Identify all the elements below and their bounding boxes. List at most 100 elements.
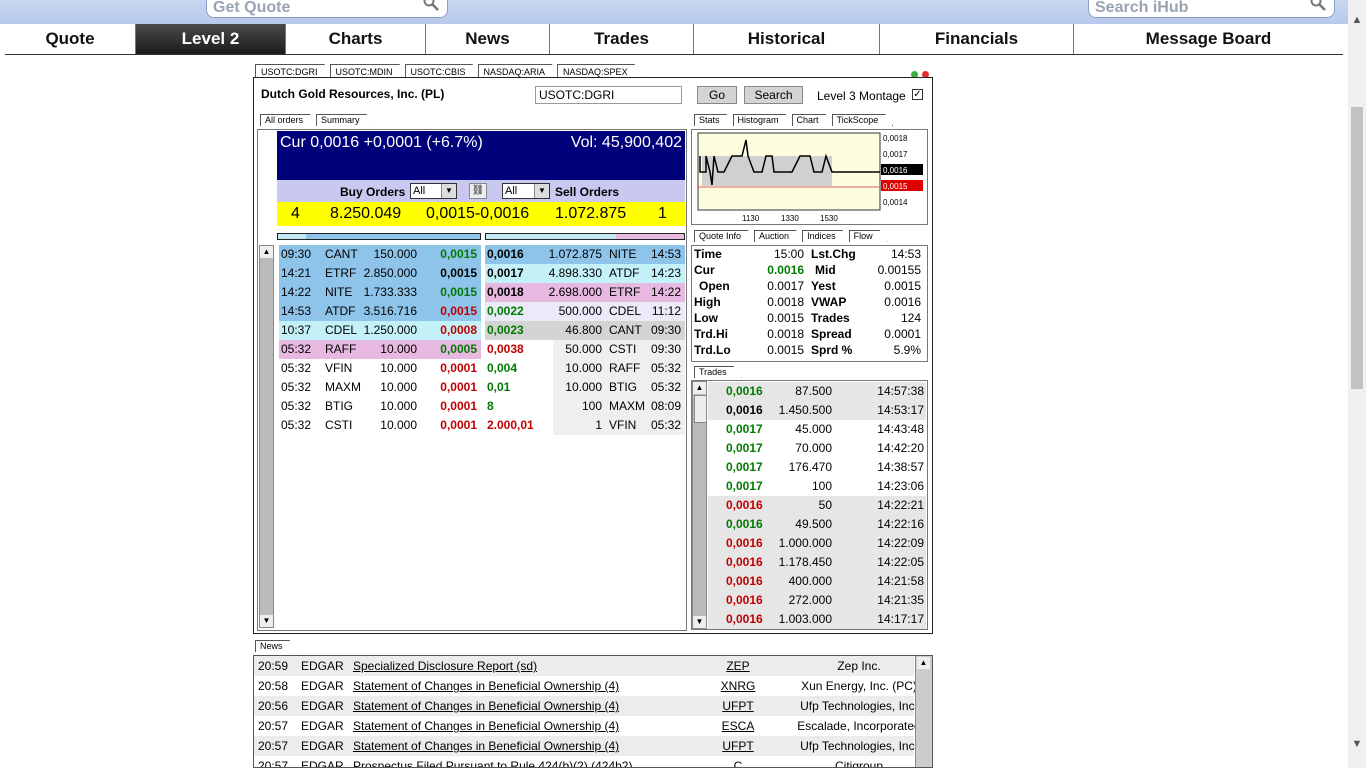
buy-order-row[interactable]: 05:32CSTI10.0000,0001 xyxy=(279,416,481,435)
buy-order-row[interactable]: 05:32RAFF10.0000,0005 xyxy=(279,340,481,359)
scroll-thumb[interactable] xyxy=(694,395,707,423)
scroll-down-icon[interactable]: ▼ xyxy=(1348,738,1366,750)
search-icon[interactable] xyxy=(1310,0,1326,11)
orders-scrollbar[interactable]: ▲ ▼ xyxy=(259,245,274,628)
news-title-link[interactable]: Statement of Changes in Beneficial Owner… xyxy=(353,736,619,756)
link-icon[interactable]: ⛓ xyxy=(469,183,487,199)
chevron-down-icon[interactable]: ▼ xyxy=(534,184,549,198)
order-price: 0,0018 xyxy=(487,283,524,302)
news-symbol-link[interactable]: XNRG xyxy=(688,676,788,696)
news-row[interactable]: 20:56EDGARStatement of Changes in Benefi… xyxy=(254,696,914,716)
sell-order-row[interactable]: 0,002346.800CANT09:30 xyxy=(485,321,685,340)
tab-quote-info[interactable]: Quote Info xyxy=(694,230,756,242)
scroll-up-icon[interactable]: ▲ xyxy=(1348,14,1366,26)
nav-tab-level2[interactable]: Level 2 xyxy=(136,24,286,54)
montage-frame: Dutch Gold Resources, Inc. (PL) USOTC:DG… xyxy=(253,77,933,634)
order-price: 0,004 xyxy=(487,359,517,378)
search-button[interactable]: Search xyxy=(744,86,803,104)
news-scrollbar[interactable]: ▲ xyxy=(915,656,932,768)
buy-order-row[interactable]: 05:32VFIN10.0000,0001 xyxy=(279,359,481,378)
tab-all-orders[interactable]: All orders xyxy=(260,114,318,126)
buy-filter-select[interactable]: All ▼ xyxy=(410,183,457,199)
search-ihub-input[interactable]: Search iHub xyxy=(1088,0,1335,18)
symbol-tab[interactable]: USOTC:DGRI xyxy=(255,64,331,78)
buy-order-row[interactable]: 10:37CDEL1.250.0000,0008 xyxy=(279,321,481,340)
buy-order-row[interactable]: 14:22NITE1.733.3330,0015 xyxy=(279,283,481,302)
tab-news[interactable]: News xyxy=(255,640,298,652)
news-row[interactable]: 20:59EDGARSpecialized Disclosure Report … xyxy=(254,656,914,676)
tab-summary[interactable]: Summary xyxy=(316,114,375,126)
symbol-tab[interactable]: USOTC:CBIS xyxy=(405,64,479,78)
get-quote-input[interactable]: Get Quote xyxy=(206,0,448,18)
trade-size: 176.470 xyxy=(789,458,832,477)
trade-row: 0,0016272.00014:21:35 xyxy=(708,591,926,610)
news-row[interactable]: 20:57EDGARProspectus Filed Pursuant to R… xyxy=(254,756,914,768)
news-time: 20:57 xyxy=(258,756,288,768)
news-symbol-link[interactable]: ZEP xyxy=(688,656,788,676)
tab-tickscope[interactable]: TickScope xyxy=(832,114,894,126)
sell-order-row[interactable]: 0,0110.000BTIG05:32 xyxy=(485,378,685,397)
level3-checkbox[interactable]: ✓ xyxy=(912,89,923,100)
sell-filter-select[interactable]: All ▼ xyxy=(502,183,550,199)
news-title-link[interactable]: Statement of Changes in Beneficial Owner… xyxy=(353,676,619,696)
sell-order-row[interactable]: 8100MAXM08:09 xyxy=(485,397,685,416)
news-symbol-link[interactable]: UFPT xyxy=(688,696,788,716)
chevron-down-icon[interactable]: ▼ xyxy=(441,184,456,198)
news-row[interactable]: 20:58EDGARStatement of Changes in Benefi… xyxy=(254,676,914,696)
tab-indices[interactable]: Indices xyxy=(802,230,851,242)
news-title-link[interactable]: Specialized Disclosure Report (sd) xyxy=(353,656,537,676)
sell-order-row[interactable]: 0,00161.072.875NITE14:53 xyxy=(485,245,685,264)
sell-order-row[interactable]: 0,003850.000CSTI09:30 xyxy=(485,340,685,359)
nav-tab-message-board[interactable]: Message Board xyxy=(1074,24,1343,54)
news-row[interactable]: 20:57EDGARStatement of Changes in Benefi… xyxy=(254,716,914,736)
search-icon[interactable] xyxy=(423,0,439,11)
symbol-tab[interactable]: NASDAQ:ARIA xyxy=(478,64,559,78)
nav-tab-historical[interactable]: Historical xyxy=(694,24,880,54)
symbol-tab[interactable]: USOTC:MDIN xyxy=(330,64,406,78)
buy-order-row[interactable]: 09:30CANT150.0000,0015 xyxy=(279,245,481,264)
nav-tab-trades[interactable]: Trades xyxy=(550,24,694,54)
symbol-input[interactable]: USOTC:DGRI xyxy=(535,86,682,104)
news-title-link[interactable]: Statement of Changes in Beneficial Owner… xyxy=(353,696,619,716)
order-size: 1.072.875 xyxy=(549,245,602,264)
news-title-link[interactable]: Prospectus Filed Pursuant to Rule 424(b)… xyxy=(353,756,632,768)
sell-order-row[interactable]: 0,0022500.000CDEL11:12 xyxy=(485,302,685,321)
nav-tab-quote[interactable]: Quote xyxy=(5,24,136,54)
sell-order-row[interactable]: 2.000,011VFIN05:32 xyxy=(485,416,685,435)
buy-order-row[interactable]: 14:21ETRF2.850.0000,0015 xyxy=(279,264,481,283)
tab-histogram[interactable]: Histogram xyxy=(733,114,794,126)
trade-time: 14:43:48 xyxy=(877,420,924,439)
go-button[interactable]: Go xyxy=(697,86,737,104)
scroll-down-icon[interactable]: ▼ xyxy=(260,615,273,627)
scroll-down-icon[interactable]: ▼ xyxy=(693,616,706,628)
quote-info-panel: Time15:00Lst.Chg14:53Cur0.0016Mid0.00155… xyxy=(691,245,928,362)
news-company: Citigroup xyxy=(789,756,929,768)
scroll-thumb[interactable] xyxy=(1351,107,1363,389)
sell-order-row[interactable]: 0,00410.000RAFF05:32 xyxy=(485,359,685,378)
news-title-link[interactable]: Statement of Changes in Beneficial Owner… xyxy=(353,716,619,736)
tab-auction[interactable]: Auction xyxy=(754,230,804,242)
tab-chart[interactable]: Chart xyxy=(792,114,834,126)
trade-price: 0,0016 xyxy=(726,591,763,610)
nav-tab-charts[interactable]: Charts xyxy=(286,24,426,54)
sell-order-row[interactable]: 0,00182.698.000ETRF14:22 xyxy=(485,283,685,302)
scroll-up-icon[interactable]: ▲ xyxy=(260,246,273,258)
symbol-tab[interactable]: NASDAQ:SPEX xyxy=(557,64,641,78)
page-scrollbar[interactable]: ▲ ▼ xyxy=(1348,0,1366,768)
scroll-up-icon[interactable]: ▲ xyxy=(917,657,930,669)
buy-order-row[interactable]: 05:32MAXM10.0000,0001 xyxy=(279,378,481,397)
news-symbol-link[interactable]: C xyxy=(688,756,788,768)
sell-order-row[interactable]: 0,00174.898.330ATDF14:23 xyxy=(485,264,685,283)
news-row[interactable]: 20:57EDGARStatement of Changes in Benefi… xyxy=(254,736,914,756)
tab-flow[interactable]: Flow xyxy=(849,230,888,242)
nav-tab-news[interactable]: News xyxy=(426,24,550,54)
tab-trades[interactable]: Trades xyxy=(694,366,742,378)
nav-tab-financials[interactable]: Financials xyxy=(880,24,1074,54)
news-symbol-link[interactable]: UFPT xyxy=(688,736,788,756)
tab-stats[interactable]: Stats xyxy=(694,114,735,126)
news-symbol-link[interactable]: ESCA xyxy=(688,716,788,736)
buy-order-row[interactable]: 14:53ATDF3.516.7160,0015 xyxy=(279,302,481,321)
buy-order-row[interactable]: 05:32BTIG10.0000,0001 xyxy=(279,397,481,416)
trades-scrollbar[interactable]: ▲ ▼ xyxy=(692,381,707,629)
scroll-up-icon[interactable]: ▲ xyxy=(693,382,706,394)
